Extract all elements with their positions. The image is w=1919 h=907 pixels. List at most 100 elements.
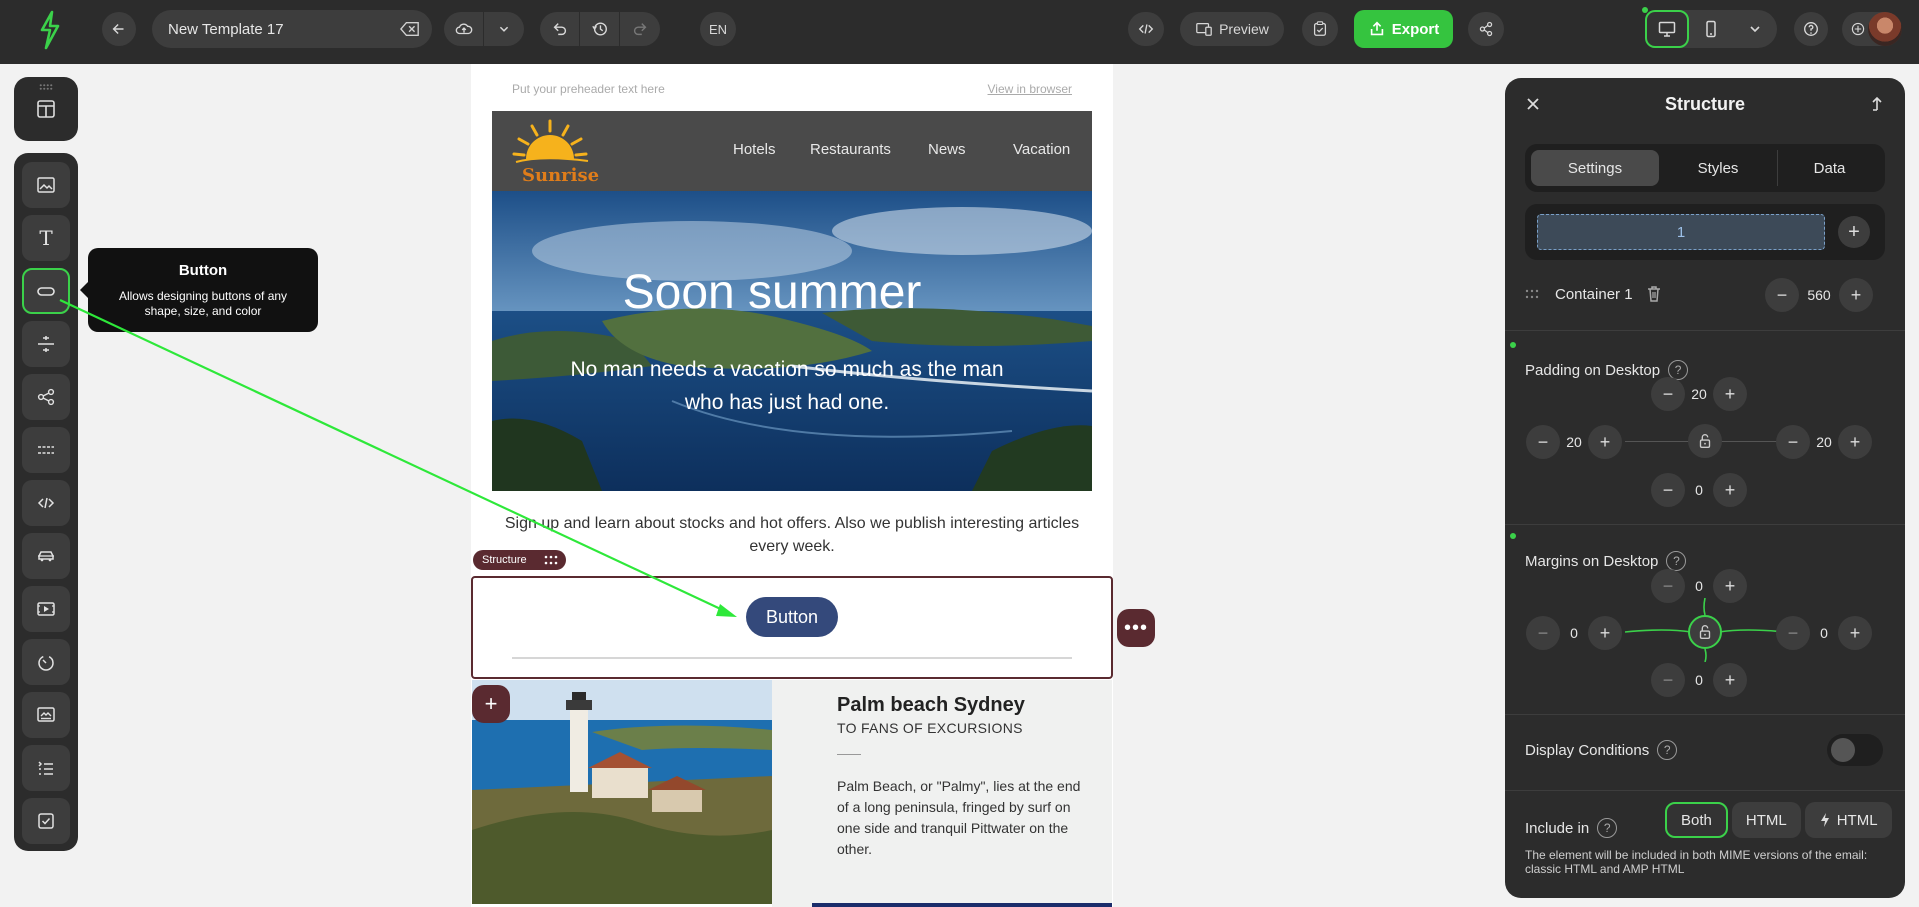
help-icon[interactable]: ? xyxy=(1657,740,1678,760)
nav-item-restaurants[interactable]: Restaurants xyxy=(810,141,891,158)
margin-right-value[interactable]: 0 xyxy=(1810,625,1838,641)
structure-panel: Structure Settings Styles Data 1 + Conta… xyxy=(1505,78,1905,898)
html-block-tool[interactable] xyxy=(22,480,70,526)
form-block-tool[interactable] xyxy=(22,798,70,844)
banner-block-tool[interactable] xyxy=(22,692,70,738)
image-block-tool[interactable] xyxy=(22,162,70,208)
preview-button[interactable]: Preview xyxy=(1180,12,1284,46)
article-body[interactable]: Palm Beach, or "Palmy", lies at the end … xyxy=(837,776,1087,860)
tab-data[interactable]: Data xyxy=(1777,150,1881,186)
nav-item-hotels[interactable]: Hotels xyxy=(733,141,776,158)
article-image[interactable] xyxy=(472,680,772,904)
padding-top-increase[interactable]: + xyxy=(1713,377,1747,411)
template-name-input[interactable]: New Template 17 xyxy=(152,10,432,48)
social-block-tool[interactable] xyxy=(22,374,70,420)
cloud-save-button[interactable] xyxy=(444,12,484,46)
view-in-browser-link[interactable]: View in browser xyxy=(988,82,1072,96)
sunrise-logo[interactable]: Sunrise xyxy=(512,117,599,187)
include-html-button[interactable]: HTML xyxy=(1731,802,1801,838)
code-editor-button[interactable] xyxy=(1128,12,1164,46)
margin-left-decrease[interactable]: − xyxy=(1526,616,1560,650)
display-conditions-toggle[interactable] xyxy=(1827,734,1883,766)
tab-settings[interactable]: Settings xyxy=(1531,150,1659,186)
margin-left-value[interactable]: 0 xyxy=(1560,625,1588,641)
undo-button[interactable] xyxy=(540,12,580,46)
email-divider[interactable] xyxy=(512,657,1072,659)
save-options-button[interactable] xyxy=(484,12,524,46)
include-both-button[interactable]: Both xyxy=(1665,802,1728,838)
test-email-button[interactable] xyxy=(1302,12,1338,46)
desktop-view-button[interactable] xyxy=(1645,10,1689,48)
padding-right-decrease[interactable]: − xyxy=(1776,425,1810,459)
email-cta-button[interactable]: Button xyxy=(746,597,838,637)
margin-right-increase[interactable]: + xyxy=(1838,616,1872,650)
spacer-block-tool[interactable] xyxy=(22,321,70,367)
export-button[interactable]: Export xyxy=(1354,10,1453,48)
column-1[interactable]: 1 xyxy=(1537,214,1825,250)
back-button[interactable] xyxy=(102,12,136,46)
hero-subtitle[interactable]: No man needs a vacation so much as the m… xyxy=(552,353,1022,419)
help-icon[interactable]: ? xyxy=(1597,818,1618,838)
nav-item-news[interactable]: News xyxy=(928,141,966,158)
trash-icon[interactable] xyxy=(1645,284,1663,304)
tab-styles[interactable]: Styles xyxy=(1661,150,1775,186)
button-block-tool[interactable] xyxy=(22,268,70,314)
margin-right-decrease[interactable]: − xyxy=(1776,616,1810,650)
margin-bottom-increase[interactable]: + xyxy=(1713,663,1747,697)
margin-top-value[interactable]: 0 xyxy=(1685,578,1713,594)
account-button[interactable] xyxy=(1842,12,1902,46)
drag-handle-icon[interactable] xyxy=(1525,288,1539,300)
text-block-tool[interactable]: T xyxy=(22,215,70,261)
article-title[interactable]: Palm beach Sydney xyxy=(837,694,1025,717)
share-button[interactable] xyxy=(1468,12,1504,46)
padding-top-value[interactable]: 20 xyxy=(1685,386,1713,402)
redo-button[interactable] xyxy=(620,12,660,46)
margin-left-increase[interactable]: + xyxy=(1588,616,1622,650)
drag-dots-icon xyxy=(39,84,53,90)
padding-right-value[interactable]: 20 xyxy=(1810,434,1838,450)
padding-lock-button[interactable] xyxy=(1688,424,1722,458)
hero-title[interactable]: Soon summer xyxy=(492,265,1052,320)
preheader-text[interactable]: Put your preheader text here xyxy=(512,82,665,96)
template-name: New Template 17 xyxy=(168,20,284,38)
padding-bottom-value[interactable]: 0 xyxy=(1685,482,1713,498)
structure-more-button[interactable]: ••• xyxy=(1117,609,1155,647)
help-button[interactable] xyxy=(1794,12,1828,46)
drag-handle-icon[interactable] xyxy=(544,554,558,566)
divider-block-tool[interactable] xyxy=(22,427,70,473)
stripo-logo-icon[interactable] xyxy=(36,10,64,50)
padding-left-decrease[interactable]: − xyxy=(1526,425,1560,459)
amp-block-tool[interactable] xyxy=(22,745,70,791)
dock-icon[interactable] xyxy=(1867,94,1887,114)
blocks-library-button[interactable] xyxy=(14,77,78,141)
video-icon xyxy=(37,602,55,616)
margin-lock-button[interactable] xyxy=(1688,615,1722,649)
clear-input-icon[interactable] xyxy=(400,20,420,38)
padding-left-value[interactable]: 20 xyxy=(1560,434,1588,450)
margin-bottom-decrease[interactable]: − xyxy=(1651,663,1685,697)
padding-left-increase[interactable]: + xyxy=(1588,425,1622,459)
margin-bottom-value[interactable]: 0 xyxy=(1685,672,1713,688)
article-subtitle[interactable]: TO FANS OF EXCURSIONS xyxy=(837,720,1023,736)
timer-block-tool[interactable] xyxy=(22,639,70,685)
video-block-tool[interactable] xyxy=(22,586,70,632)
structure-tag[interactable]: Structure xyxy=(473,550,566,570)
add-block-button[interactable]: + xyxy=(472,685,510,723)
menu-block-tool[interactable] xyxy=(22,533,70,579)
add-column-button[interactable]: + xyxy=(1838,216,1870,248)
include-amp-html-button[interactable]: HTML xyxy=(1804,802,1892,838)
hero-banner[interactable]: Soon summer No man needs a vacation so m… xyxy=(492,191,1092,491)
signup-text[interactable]: Sign up and learn about stocks and hot o… xyxy=(492,512,1092,558)
container-width-value[interactable]: 560 xyxy=(1799,287,1839,303)
padding-bottom-decrease[interactable]: − xyxy=(1651,473,1685,507)
language-button[interactable]: EN xyxy=(700,12,736,46)
padding-right-increase[interactable]: + xyxy=(1838,425,1872,459)
padding-top-decrease[interactable]: − xyxy=(1651,377,1685,411)
decrease-width-button[interactable]: − xyxy=(1765,278,1799,312)
increase-width-button[interactable]: + xyxy=(1839,278,1873,312)
mobile-view-button[interactable] xyxy=(1689,10,1733,48)
version-history-button[interactable] xyxy=(580,12,620,46)
nav-item-vacation[interactable]: Vacation xyxy=(1013,141,1070,158)
device-options-button[interactable] xyxy=(1733,10,1777,48)
padding-bottom-increase[interactable]: + xyxy=(1713,473,1747,507)
